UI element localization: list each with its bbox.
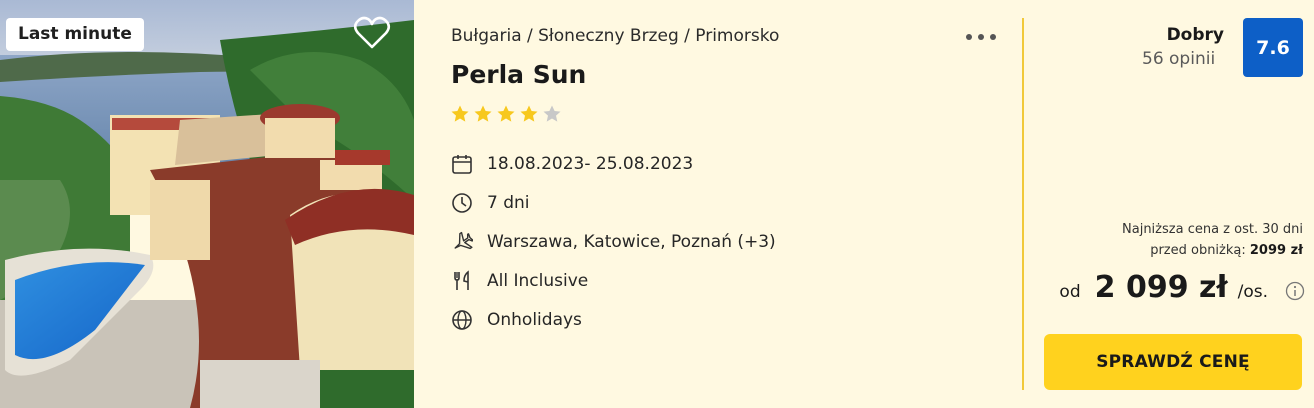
price-row: od 2 099 zł /os. xyxy=(1059,270,1268,305)
globe-icon xyxy=(452,309,472,330)
reviews-count[interactable]: 56 opinii xyxy=(1142,49,1215,69)
hotel-name[interactable]: Perla Sun xyxy=(451,60,586,89)
hotel-photo-image xyxy=(0,0,414,408)
price-panel: Dobry 56 opinii 7.6 Najniższa cena z ost… xyxy=(1022,0,1314,408)
check-price-button[interactable]: SPRAWDŹ CENĘ xyxy=(1044,334,1302,390)
star-filled-icon xyxy=(520,105,538,122)
hotel-stars xyxy=(450,104,562,124)
lowest-price-label: przed obniżką: xyxy=(1150,243,1246,258)
detail-operator: Onholidays xyxy=(451,300,776,339)
rating-score-badge: 7.6 xyxy=(1243,18,1303,77)
detail-board: All Inclusive xyxy=(451,261,776,300)
dates-text: 18.08.2023- 25.08.2023 xyxy=(487,153,694,174)
duration-text: 7 dni xyxy=(487,192,530,213)
offer-card[interactable]: Last minute Bułgaria / Słoneczny Brzeg /… xyxy=(0,0,1314,408)
plane-icon xyxy=(454,231,473,249)
star-filled-icon xyxy=(451,105,469,122)
info-icon[interactable] xyxy=(1285,281,1305,301)
heart-icon[interactable] xyxy=(353,16,391,50)
departure-text: Warszawa, Katowice, Poznań (+3) xyxy=(487,231,776,252)
price-amount: 2 099 zł xyxy=(1094,270,1228,305)
calendar-icon xyxy=(452,154,472,174)
lowest-price-line2: przed obniżką: 2099 zł xyxy=(1122,240,1303,261)
lowest-price-value: 2099 zł xyxy=(1249,243,1303,258)
operator-text: Onholidays xyxy=(487,309,582,330)
lowest-price-note: Najniższa cena z ost. 30 dni przed obniż… xyxy=(1122,219,1303,261)
last-minute-badge: Last minute xyxy=(6,18,144,51)
rating-label: Dobry xyxy=(1166,25,1224,45)
star-empty-icon xyxy=(543,105,561,122)
board-text: All Inclusive xyxy=(487,270,589,291)
detail-departure: Warszawa, Katowice, Poznań (+3) xyxy=(451,222,776,261)
more-dots-icon[interactable] xyxy=(966,30,996,44)
offer-info: Bułgaria / Słoneczny Brzeg / Primorsko P… xyxy=(414,0,1022,408)
detail-duration: 7 dni xyxy=(451,183,776,222)
star-filled-icon xyxy=(497,105,515,122)
star-filled-icon xyxy=(474,105,492,122)
price-from: od xyxy=(1059,282,1081,302)
lowest-price-line1: Najniższa cena z ost. 30 dni xyxy=(1122,222,1303,237)
location-breadcrumb[interactable]: Bułgaria / Słoneczny Brzeg / Primorsko xyxy=(451,26,779,46)
cutlery-icon xyxy=(454,269,469,290)
price-per-person: /os. xyxy=(1237,282,1268,302)
hotel-photo[interactable]: Last minute xyxy=(0,0,414,408)
offer-details: 18.08.2023- 25.08.2023 7 dni Warszawa, K… xyxy=(451,144,776,339)
detail-dates: 18.08.2023- 25.08.2023 xyxy=(451,144,776,183)
clock-icon xyxy=(452,192,472,213)
